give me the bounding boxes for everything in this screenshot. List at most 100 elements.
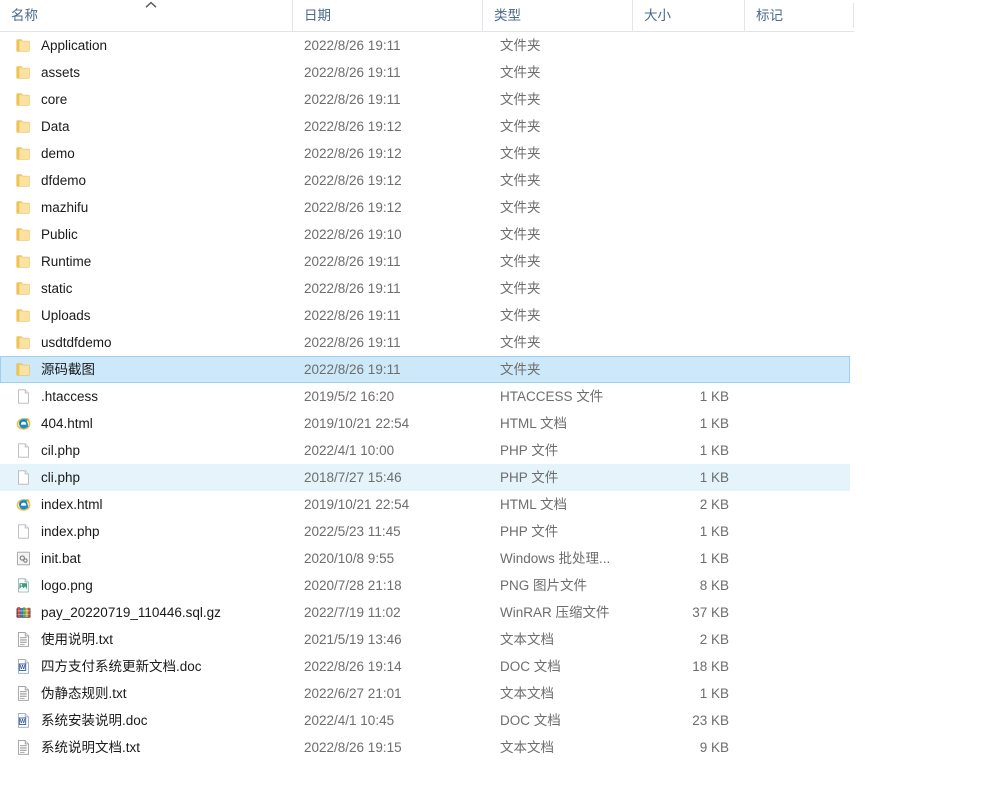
file-list-row[interactable]: init.bat 2020/10/8 9:55 Windows 批处理... 1 KB <box>0 545 850 572</box>
file-list-row[interactable]: static 2022/8/26 19:11 文件夹 <box>0 275 850 302</box>
file-name-cell[interactable]: Application <box>1 33 293 58</box>
column-header-tags[interactable]: 标记 <box>744 0 854 31</box>
file-tags-cell <box>745 33 851 58</box>
file-name-label: Application <box>41 38 108 53</box>
file-list-row[interactable]: logo.png 2020/7/28 21:18 PNG 图片文件 8 KB <box>0 572 850 599</box>
file-list-row[interactable]: W 四方支付系统更新文档.doc 2022/8/26 19:14 DOC 文档 18 K… <box>0 653 850 680</box>
file-date-cell: 2022/6/27 21:01 <box>293 681 483 706</box>
file-date-cell: 2022/8/26 19:12 <box>293 141 483 166</box>
file-size-label: 18 KB <box>692 659 729 674</box>
column-header-type[interactable]: 类型 <box>482 0 632 31</box>
file-date-label: 2022/8/26 19:12 <box>304 146 402 161</box>
file-name-cell[interactable]: index.php <box>1 519 293 544</box>
file-name-cell[interactable]: index.html <box>1 492 293 517</box>
file-name-label: .htaccess <box>41 389 99 404</box>
file-list-row[interactable]: 源码截图 2022/8/26 19:11 文件夹 <box>0 356 850 383</box>
file-list-row[interactable]: Data 2022/8/26 19:12 文件夹 <box>0 113 850 140</box>
file-list-row[interactable]: index.html 2019/10/21 22:54 HTML 文档 2 KB <box>0 491 850 518</box>
column-header-size[interactable]: 大小 <box>632 0 744 31</box>
file-list-row[interactable]: usdtdfdemo 2022/8/26 19:11 文件夹 <box>0 329 850 356</box>
file-type-cell: PHP 文件 <box>483 519 633 544</box>
file-list-row[interactable]: Public 2022/8/26 19:10 文件夹 <box>0 221 850 248</box>
file-name-label: core <box>41 92 68 107</box>
file-list-row[interactable]: mazhifu 2022/8/26 19:12 文件夹 <box>0 194 850 221</box>
file-name-cell[interactable]: Uploads <box>1 303 293 328</box>
file-list-row[interactable]: cli.php 2018/7/27 15:46 PHP 文件 1 KB <box>0 464 850 491</box>
file-size-cell: 18 KB <box>633 654 745 679</box>
file-date-cell: 2022/8/26 19:15 <box>293 735 483 760</box>
file-name-cell[interactable]: 404.html <box>1 411 293 436</box>
file-name-cell[interactable]: 伪静态规则.txt <box>1 681 293 706</box>
column-header-type-label: 类型 <box>494 8 521 23</box>
file-type-label: HTML 文档 <box>500 416 567 431</box>
file-date-cell: 2022/8/26 19:11 <box>293 60 483 85</box>
file-list-row[interactable]: demo 2022/8/26 19:12 文件夹 <box>0 140 850 167</box>
file-list-row[interactable]: core 2022/8/26 19:11 文件夹 <box>0 86 850 113</box>
column-header-name[interactable]: 名称 <box>0 0 292 31</box>
file-name-cell[interactable]: .htaccess <box>1 384 293 409</box>
file-name-cell[interactable]: usdtdfdemo <box>1 330 293 355</box>
file-name-cell[interactable]: 源码截图 <box>1 357 293 382</box>
file-name-cell[interactable]: pay_20220719_110446.sql.gz <box>1 600 293 625</box>
file-name-cell[interactable]: dfdemo <box>1 168 293 193</box>
file-list-row[interactable]: cil.php 2022/4/1 10:00 PHP 文件 1 KB <box>0 437 850 464</box>
file-name-cell[interactable]: static <box>1 276 293 301</box>
file-size-label: 1 KB <box>699 416 729 431</box>
file-name-label: 404.html <box>41 416 93 431</box>
file-size-cell: 8 KB <box>633 573 745 598</box>
file-type-label: 文件夹 <box>500 92 541 107</box>
file-size-label: 2 KB <box>699 632 729 647</box>
file-name-cell[interactable]: cli.php <box>1 465 293 490</box>
column-header-date[interactable]: 日期 <box>292 0 482 31</box>
file-list-row[interactable]: 系统说明文档.txt 2022/8/26 19:15 文本文档 9 KB <box>0 734 850 761</box>
file-name-cell[interactable]: Public <box>1 222 293 247</box>
file-list-row[interactable]: pay_20220719_110446.sql.gz 2022/7/19 11:0… <box>0 599 850 626</box>
file-name-cell[interactable]: core <box>1 87 293 112</box>
file-type-cell: Windows 批处理... <box>483 546 633 571</box>
file-name-cell[interactable]: 系统说明文档.txt <box>1 735 293 760</box>
file-size-label: 1 KB <box>699 524 729 539</box>
file-date-cell: 2022/8/26 19:11 <box>293 33 483 58</box>
file-date-cell: 2022/8/26 19:11 <box>293 87 483 112</box>
file-list-row[interactable]: Runtime 2022/8/26 19:11 文件夹 <box>0 248 850 275</box>
file-name-cell[interactable]: mazhifu <box>1 195 293 220</box>
internet-explorer-icon <box>16 417 31 430</box>
file-list-row[interactable]: .htaccess 2019/5/2 16:20 HTACCESS 文件 1 KB <box>0 383 850 410</box>
file-name-cell[interactable]: assets <box>1 60 293 85</box>
file-list-row[interactable]: W 系统安装说明.doc 2022/4/1 10:45 DOC 文档 23 KB <box>0 707 850 734</box>
folder-icon <box>16 363 30 376</box>
file-list-row[interactable]: Application 2022/8/26 19:11 文件夹 <box>0 32 850 59</box>
file-type-cell: 文件夹 <box>483 357 633 382</box>
file-tags-cell <box>745 546 851 571</box>
file-date-cell: 2019/10/21 22:54 <box>293 411 483 436</box>
file-list-row[interactable]: 使用说明.txt 2021/5/19 13:46 文本文档 2 KB <box>0 626 850 653</box>
file-name-cell[interactable]: init.bat <box>1 546 293 571</box>
file-name-cell[interactable]: 使用说明.txt <box>1 627 293 652</box>
file-date-label: 2022/8/26 19:11 <box>304 308 401 323</box>
winrar-archive-icon <box>16 607 31 618</box>
column-header-name-label: 名称 <box>11 8 38 23</box>
file-name-cell[interactable]: cil.php <box>1 438 293 463</box>
file-list-row[interactable]: dfdemo 2022/8/26 19:12 文件夹 <box>0 167 850 194</box>
file-date-label: 2018/7/27 15:46 <box>304 470 402 485</box>
file-list-row[interactable]: 404.html 2019/10/21 22:54 HTML 文档 1 KB <box>0 410 850 437</box>
file-name-label: cli.php <box>41 470 81 485</box>
file-date-label: 2022/8/26 19:11 <box>304 38 401 53</box>
file-date-label: 2022/8/26 19:11 <box>304 335 401 350</box>
file-list-row[interactable]: Uploads 2022/8/26 19:11 文件夹 <box>0 302 850 329</box>
file-name-cell[interactable]: demo <box>1 141 293 166</box>
file-type-cell: 文件夹 <box>483 276 633 301</box>
file-name-cell[interactable]: W 系统安装说明.doc <box>1 708 293 733</box>
file-list-row[interactable]: assets 2022/8/26 19:11 文件夹 <box>0 59 850 86</box>
file-list-row[interactable]: index.php 2022/5/23 11:45 PHP 文件 1 KB <box>0 518 850 545</box>
file-type-label: 文件夹 <box>500 281 541 296</box>
file-name-cell[interactable]: Data <box>1 114 293 139</box>
file-name-label: init.bat <box>41 551 81 566</box>
file-date-label: 2019/10/21 22:54 <box>304 416 410 431</box>
file-list-row[interactable]: 伪静态规则.txt 2022/6/27 21:01 文本文档 1 KB <box>0 680 850 707</box>
file-date-label: 2022/8/26 19:14 <box>304 659 402 674</box>
file-name-cell[interactable]: logo.png <box>1 573 293 598</box>
file-type-label: DOC 文档 <box>500 713 561 728</box>
file-name-cell[interactable]: W 四方支付系统更新文档.doc <box>1 654 293 679</box>
file-name-cell[interactable]: Runtime <box>1 249 293 274</box>
